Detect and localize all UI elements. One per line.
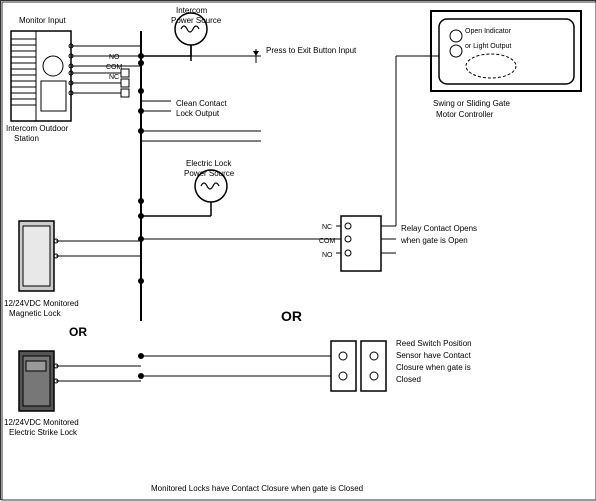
svg-text:NO: NO	[322, 252, 333, 259]
intercom-outdoor-label2: Station	[14, 134, 39, 143]
press-exit-label: Press to Exit Button Input	[266, 46, 357, 55]
svg-text:or Light Output: or Light Output	[465, 43, 511, 50]
svg-text:NC: NC	[322, 224, 332, 231]
intercom-power-label: Intercom	[176, 6, 207, 15]
svg-text:Open Indicator: Open Indicator	[465, 28, 512, 35]
svg-text:NC: NC	[109, 74, 119, 81]
footer-label: Monitored Locks have Contact Closure whe…	[151, 484, 363, 493]
motor-controller-label: Swing or Sliding Gate	[433, 99, 510, 108]
or-label-1: OR	[69, 325, 87, 339]
elec-lock-power-label2: Power Source	[184, 169, 235, 178]
clean-contact-label2: Lock Output	[176, 109, 220, 118]
reed-switch-label3: Closure when gate is	[396, 363, 471, 372]
relay-contact-label2: when gate is Open	[400, 236, 468, 245]
reed-switch-label: Reed Switch Position	[396, 339, 472, 348]
motor-controller-label2: Motor Controller	[436, 110, 494, 119]
or-label-2: OR	[281, 308, 302, 324]
magnetic-lock-label: 12/24VDC Monitored	[4, 299, 79, 308]
svg-text:COM: COM	[106, 64, 123, 71]
reed-switch-label2: Sensor have Contact	[396, 351, 471, 360]
elec-lock-power-label: Electric Lock	[186, 159, 232, 168]
svg-text:NO: NO	[109, 54, 120, 61]
relay-contact-label: Relay Contact Opens	[401, 224, 477, 233]
reed-switch-label4: Closed	[396, 375, 421, 384]
magnetic-lock-label2: Magnetic Lock	[9, 309, 62, 318]
intercom-power-label2: Power Source	[171, 16, 222, 25]
intercom-outdoor-label: Intercom Outdoor	[6, 124, 69, 133]
electric-strike-label: 12/24VDC Monitored	[4, 418, 79, 427]
electric-strike-label2: Electric Strike Lock	[9, 428, 78, 437]
clean-contact-label: Clean Contact	[176, 99, 227, 108]
wiring-diagram: Monitor Input Intercom Outdoor Station I…	[0, 0, 596, 500]
monitor-input-label: Monitor Input	[19, 16, 66, 25]
